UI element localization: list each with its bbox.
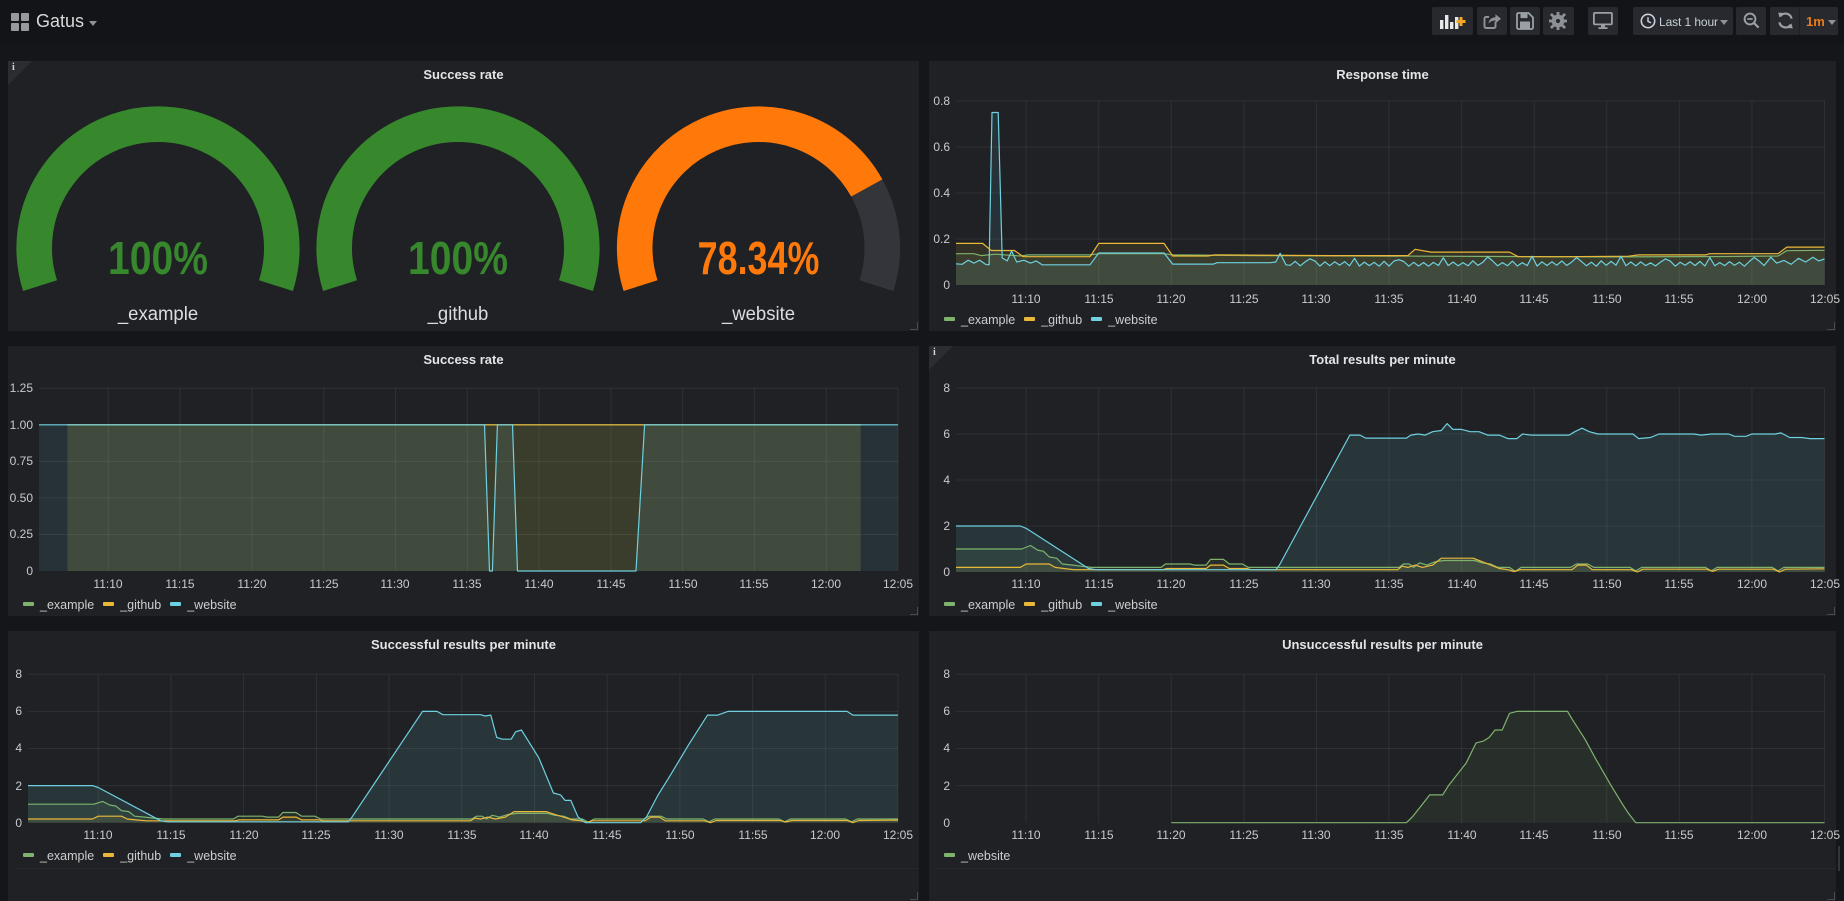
svg-text:78.34%: 78.34% [698, 233, 820, 284]
svg-text:100%: 100% [108, 233, 208, 285]
svg-text:_github: _github [427, 304, 489, 326]
svg-text:_website: _website [721, 304, 795, 326]
svg-text:100%: 100% [408, 233, 508, 285]
svg-text:_example: _example [117, 304, 198, 326]
